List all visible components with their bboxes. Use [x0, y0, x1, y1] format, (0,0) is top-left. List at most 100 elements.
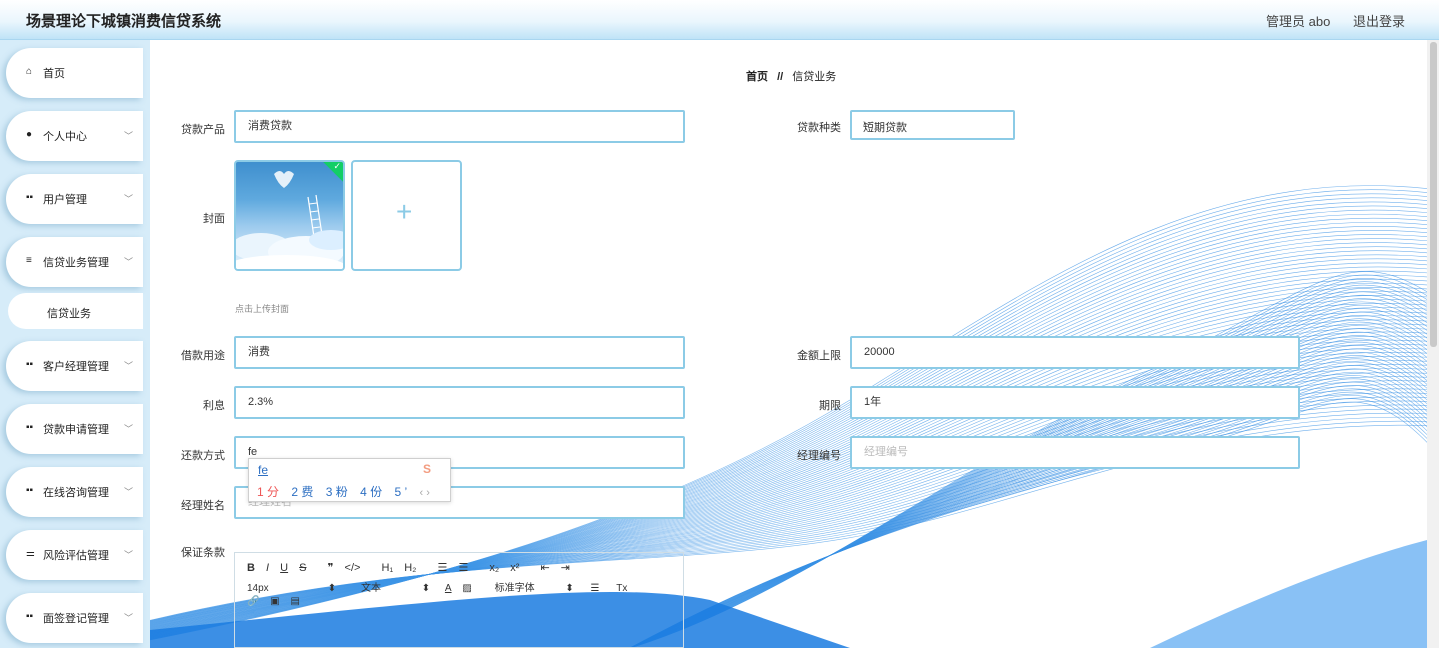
check-icon: ✓ [333, 161, 341, 171]
scrollbar-thumb[interactable] [1430, 42, 1437, 347]
ime-candidate[interactable]: 4 份 [360, 485, 382, 499]
ime-page-arrows[interactable]: ‹ › [419, 487, 429, 499]
chevron-down-icon: ﹀ [863, 122, 873, 133]
font-size-select[interactable]: 14px [247, 583, 317, 594]
italic-button[interactable]: I [266, 562, 269, 574]
cover-image[interactable]: ✓ [234, 160, 345, 271]
chevron-updown-icon: ⬍ [327, 583, 337, 594]
loan-type-select[interactable]: 短期贷款 ﹀ [850, 110, 1015, 140]
loan-type-label: 贷款种类 [797, 122, 841, 134]
sidebar-item-personal-center[interactable]: ● 个人中心 ﹀ [6, 111, 143, 161]
code-button[interactable]: </> [345, 562, 361, 574]
home-icon: ⌂ [26, 66, 33, 77]
ime-candidate[interactable]: 2 费 [291, 485, 313, 499]
rate-input[interactable]: 2.3% [234, 386, 685, 419]
rate-label: 利息 [203, 400, 225, 412]
clear-format-icon[interactable]: Tx [616, 583, 627, 594]
chevron-down-icon: ﹀ [123, 131, 133, 141]
chevron-down-icon: ﹀ [123, 194, 133, 204]
grid-icon: ▪▪ [26, 422, 34, 433]
sidebar-item-loan-application[interactable]: ▪▪ 贷款申请管理 ﹀ [6, 404, 143, 454]
limit-label: 金额上限 [797, 350, 841, 362]
subscript-button[interactable]: x₂ [489, 562, 499, 574]
align-icon[interactable]: ☰ [591, 583, 600, 594]
chevron-down-icon: ﹀ [123, 257, 133, 267]
header-select[interactable]: 文本 [361, 579, 411, 594]
ime-candidate-popup: fe S 1 分 2 费 3 粉 4 份 5 ’ ‹ › [248, 458, 451, 502]
ime-candidates: 1 分 2 费 3 粉 4 份 5 ’ ‹ › [257, 483, 430, 500]
chevron-down-icon: ﹀ [123, 361, 133, 371]
indent-button[interactable]: ⇥ [561, 561, 570, 574]
outdent-button[interactable]: ⇤ [540, 561, 549, 574]
purpose-label: 借款用途 [181, 350, 225, 362]
sidebar-item-label: 首页 [43, 68, 65, 80]
product-input[interactable]: 消费贷款 [234, 110, 685, 143]
page-scrollbar[interactable] [1427, 40, 1439, 648]
h1-button[interactable]: H₁ [382, 562, 394, 574]
guarantee-label: 保证条款 [181, 547, 225, 559]
sidebar-item-label: 贷款申请管理 [43, 424, 109, 436]
sidebar-item-online-consult[interactable]: ▪▪ 在线咨询管理 ﹀ [6, 467, 143, 517]
bold-button[interactable]: B [247, 562, 255, 574]
video-icon[interactable]: ▤ [290, 596, 299, 607]
breadcrumb: 首页 // 信贷业务 [746, 68, 836, 84]
ordered-list-button[interactable]: ☰ [438, 561, 448, 574]
strike-button[interactable]: S [299, 562, 306, 574]
grid-icon: ▪▪ [26, 485, 34, 496]
manager-no-input[interactable]: 经理编号 [850, 436, 1300, 469]
sidebar-item-manager-management[interactable]: ▪▪ 客户经理管理 ﹀ [6, 341, 143, 391]
background-color-icon[interactable]: ▨ [462, 583, 471, 594]
quote-button[interactable]: ❞ [328, 561, 334, 574]
logout-link[interactable]: 退出登录 [1353, 11, 1405, 30]
breadcrumb-separator: // [777, 71, 784, 83]
user-icon: ● [26, 129, 33, 140]
sidebar-subitem-credit-business[interactable]: 信贷业务 [8, 293, 143, 329]
purpose-input[interactable]: 消费 [234, 336, 685, 369]
sidebar-item-risk-assessment[interactable]: ⚌ 风险评估管理 ﹀ [6, 530, 143, 580]
editor-toolbar-row2: 14px ⬍ 文本 ⬍ A ▨ 标准字体 ⬍ ☰ Tx [247, 579, 635, 594]
ime-candidate[interactable]: 3 粉 [326, 485, 348, 499]
limit-input[interactable]: 20000 [850, 336, 1300, 369]
link-icon[interactable]: 🔗 [247, 596, 259, 607]
font-color-icon[interactable]: A [445, 583, 452, 594]
sidebar-item-label: 信贷业务管理 [43, 257, 109, 269]
sidebar-item-label: 面签登记管理 [43, 613, 109, 625]
manager-name-label: 经理姓名 [181, 500, 225, 512]
sidebar-item-signing-registration[interactable]: ▪▪ 面签登记管理 ﹀ [6, 593, 143, 643]
sidebar-item-label: 客户经理管理 [43, 361, 109, 373]
sidebar-item-credit-business[interactable]: ≡ 信贷业务管理 ﹀ [6, 237, 143, 287]
sidebar-subitem-label: 信贷业务 [47, 308, 91, 320]
upload-cover-button[interactable]: + [351, 160, 462, 271]
font-family-select[interactable]: 标准字体 [495, 579, 555, 594]
sidebar: ⌂ 首页 ● 个人中心 ﹀ ▪▪ 用户管理 ﹀ ≡ 信贷业务管理 ﹀ 信贷业务 … [0, 40, 150, 648]
breadcrumb-home[interactable]: 首页 [746, 71, 768, 83]
cover-label: 封面 [203, 213, 225, 225]
ime-composition: fe [258, 463, 269, 477]
grid-icon: ▪▪ [26, 359, 34, 370]
breadcrumb-current: 信贷业务 [792, 71, 837, 83]
ime-candidate[interactable]: 1 分 [257, 485, 279, 499]
ime-candidate[interactable]: 5 ’ [394, 485, 407, 499]
chevron-down-icon: ﹀ [123, 487, 133, 497]
app-title: 场景理论下城镇消费信贷系统 [26, 13, 222, 30]
ime-logo-icon: S [423, 462, 432, 476]
top-header: 场景理论下城镇消费信贷系统 管理员 abo 退出登录 [0, 0, 1439, 40]
sidebar-item-user-management[interactable]: ▪▪ 用户管理 ﹀ [6, 174, 143, 224]
superscript-button[interactable]: x² [510, 562, 519, 574]
term-input[interactable]: 1年 [850, 386, 1300, 419]
grid-icon: ▪▪ [26, 192, 34, 203]
repayment-label: 还款方式 [181, 450, 225, 462]
sidebar-item-home[interactable]: ⌂ 首页 [6, 48, 143, 98]
underline-button[interactable]: U [280, 562, 288, 574]
bullet-list-button[interactable]: ☰ [458, 561, 468, 574]
plus-icon: + [396, 196, 413, 227]
sidebar-item-label: 用户管理 [43, 194, 87, 206]
h2-button[interactable]: H₂ [404, 562, 416, 574]
image-icon[interactable]: ▣ [270, 596, 279, 607]
sliders-icon: ⚌ [26, 548, 35, 559]
chevron-down-icon: ﹀ [123, 613, 133, 623]
upload-tip: 点击上传封面 [235, 304, 290, 314]
rich-text-editor[interactable]: B I U S ❞ </> H₁ H₂ ☰ ☰ x₂ x² ⇤ ⇥ 14px ⬍… [234, 552, 684, 648]
sidebar-item-label: 在线咨询管理 [43, 487, 109, 499]
editor-toolbar-row1: B I U S ❞ </> H₁ H₂ ☰ ☰ x₂ x² ⇤ ⇥ [247, 561, 578, 574]
